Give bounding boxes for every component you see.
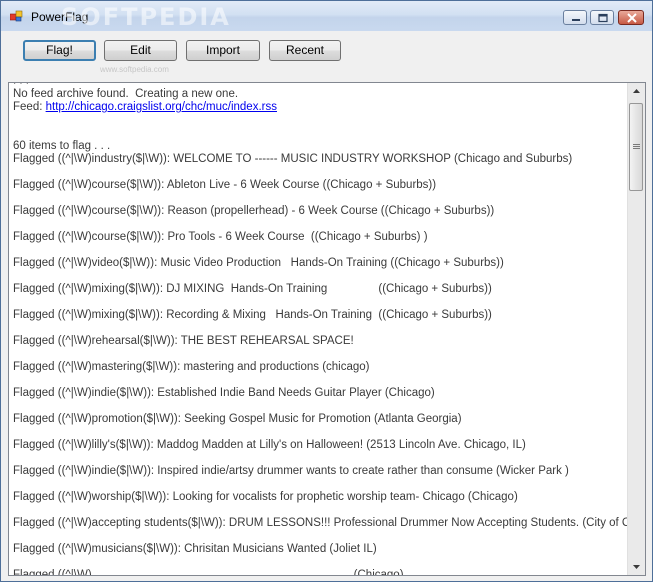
flagged-line: Flagged ((^|\W)video($|\W)): Music Video… bbox=[13, 257, 504, 269]
flagged-line: Flagged ((^|\W)promotion($|\W)): Seeking… bbox=[13, 413, 462, 425]
flagged-line: Flagged ((^|\W)course($|\W)): Pro Tools … bbox=[13, 231, 428, 243]
client-area: www.softpedia.com Flag! Edit Import Rece… bbox=[4, 31, 649, 578]
thumb-grip bbox=[633, 148, 640, 149]
flagged-line: Flagged ((^|\W)rehearsal($|\W)): THE BES… bbox=[13, 335, 354, 347]
output-log[interactable]: . . . No feed archive found. Creating a … bbox=[8, 82, 646, 576]
arrow-up-icon bbox=[633, 89, 640, 93]
thumb-grip bbox=[633, 146, 640, 147]
flagged-line: Flagged ((^|\W)mixing($|\W)): Recording … bbox=[13, 309, 492, 321]
log-blank-line bbox=[13, 127, 623, 140]
scroll-down-button[interactable] bbox=[628, 558, 645, 575]
feed-label: Feed: bbox=[13, 101, 46, 113]
close-icon bbox=[627, 13, 637, 23]
title-bar[interactable]: PowerFlag SOFTPEDIA bbox=[1, 1, 652, 31]
recent-button[interactable]: Recent bbox=[269, 40, 341, 61]
flagged-line: Flagged ((^|\W)indie($|\W)): Inspired in… bbox=[13, 465, 569, 477]
log-no-archive-line: No feed archive found. Creating a new on… bbox=[13, 88, 239, 100]
log-feed-line: Feed: http://chicago.craigslist.org/chc/… bbox=[13, 101, 623, 114]
flagged-line: Flagged ((^|\W)musicians($|\W)): Chrisit… bbox=[13, 543, 377, 555]
vertical-scrollbar[interactable] bbox=[627, 83, 645, 575]
flagged-line: Flagged ((^|\W)lilly's($|\W)): Maddog Ma… bbox=[13, 439, 526, 451]
log-blank-line bbox=[13, 114, 623, 127]
close-button[interactable] bbox=[618, 10, 644, 25]
flagged-line: Flagged ((^|\W)industry($|\W)): WELCOME … bbox=[13, 153, 573, 165]
log-items-line: 60 items to flag . . . bbox=[13, 140, 111, 152]
thumb-grip bbox=[633, 144, 640, 145]
flagged-line: Flagged ((^|\W)mastering($|\W)): masteri… bbox=[13, 361, 370, 373]
minimize-button[interactable] bbox=[563, 10, 587, 25]
flag-button[interactable]: Flag! bbox=[23, 40, 96, 61]
minimize-icon bbox=[572, 19, 580, 21]
arrow-down-icon bbox=[633, 565, 640, 569]
powerflag-window: PowerFlag SOFTPEDIA www.softpedia.com Fl… bbox=[0, 0, 653, 582]
edit-button[interactable]: Edit bbox=[104, 40, 177, 61]
flagged-line: Flagged ((^|\W)mixing($|\W)): DJ MIXING … bbox=[13, 283, 492, 295]
maximize-icon bbox=[598, 13, 608, 23]
scroll-up-button[interactable] bbox=[628, 83, 645, 100]
flagged-line: Flagged ((^|\W)indie($|\W)): Established… bbox=[13, 387, 435, 399]
scroll-thumb[interactable] bbox=[629, 103, 643, 191]
flagged-list: Flagged ((^|\W)industry($|\W)): WELCOME … bbox=[13, 153, 646, 576]
flagged-line: Flagged ((^|\W)course($|\W)): Reason (pr… bbox=[13, 205, 495, 217]
flagged-line: Flagged ((^|\W)accepting students($|\W))… bbox=[13, 517, 646, 529]
flagged-line: Flagged ((^|\W) (Chicago) bbox=[13, 569, 404, 576]
flagged-line: Flagged ((^|\W)course($|\W)): Ableton Li… bbox=[13, 179, 437, 191]
log-content: . . . No feed archive found. Creating a … bbox=[13, 83, 646, 576]
softpedia-watermark-url: www.softpedia.com bbox=[100, 65, 169, 74]
app-icon bbox=[9, 9, 24, 22]
flagged-line: Flagged ((^|\W)worship($|\W)): Looking f… bbox=[13, 491, 518, 503]
softpedia-watermark: SOFTPEDIA bbox=[61, 3, 231, 31]
import-button[interactable]: Import bbox=[186, 40, 260, 61]
maximize-button[interactable] bbox=[590, 10, 614, 25]
feed-url-link[interactable]: http://chicago.craigslist.org/chc/muc/in… bbox=[46, 101, 277, 113]
